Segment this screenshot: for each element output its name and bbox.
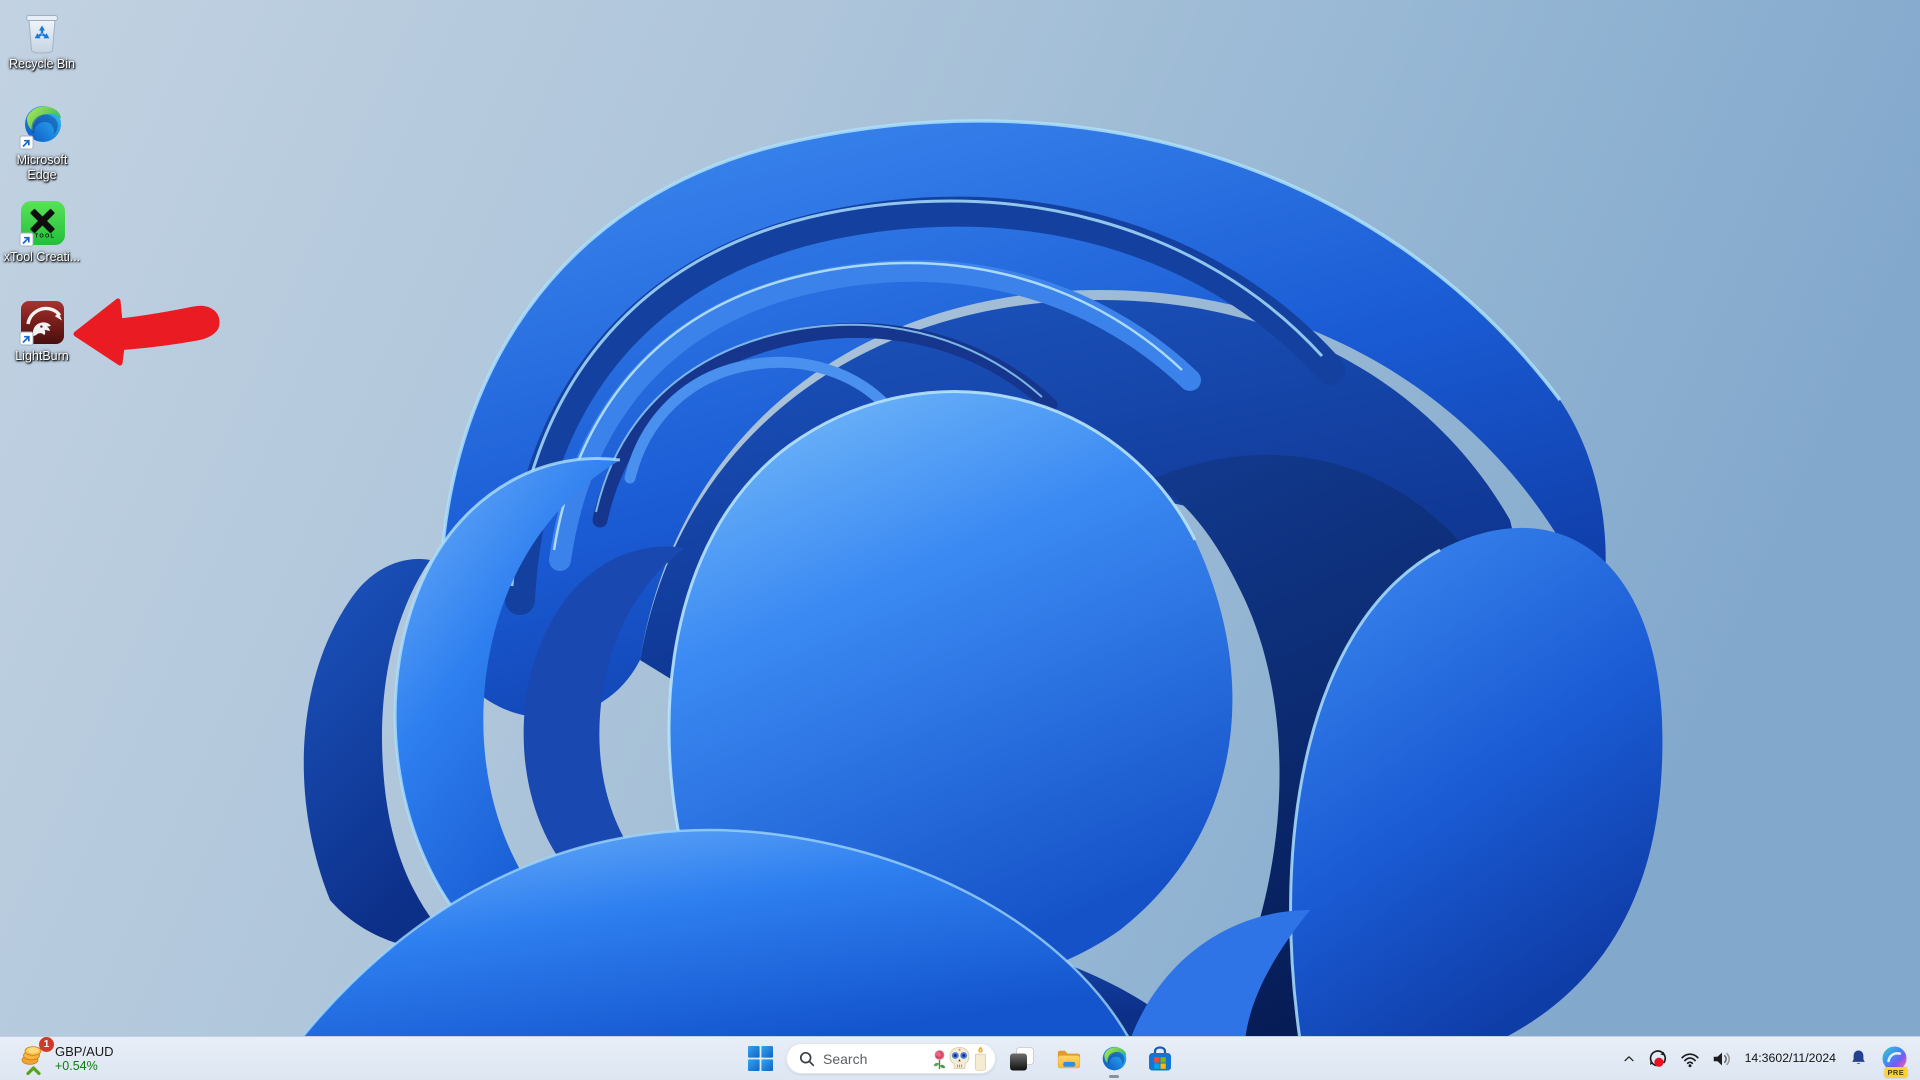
coins-icon: 1 — [20, 1036, 54, 1065]
file-explorer-icon — [1057, 1050, 1080, 1069]
edge-running-indicator — [1109, 1074, 1119, 1078]
edge-icon — [1102, 1046, 1126, 1071]
windows-start-icon — [747, 1046, 773, 1071]
volume-icon — [1713, 1052, 1730, 1065]
sync-alert-tray-button[interactable] — [1642, 1041, 1674, 1077]
system-tray: 14:36 02/11/2024 PRE — [1616, 1037, 1914, 1080]
sugar-skull-icon — [949, 1047, 970, 1069]
wifi-icon — [1680, 1052, 1699, 1067]
search-box[interactable]: Search — [786, 1043, 996, 1074]
red-arrow-annotation — [73, 298, 220, 366]
svg-text:XTOOL: XTOOL — [30, 234, 55, 240]
hidden-icons-button[interactable] — [1616, 1041, 1642, 1077]
notification-center-button[interactable] — [1843, 1041, 1874, 1077]
wallpaper — [0, 0, 1920, 1080]
stock-pair-label: GBP/AUD — [55, 1043, 114, 1059]
desktop-icon-label: xTool Creati... — [3, 250, 81, 264]
microsoft-store-button[interactable] — [1140, 1039, 1180, 1079]
date-text: 02/11/2024 — [1775, 1051, 1836, 1066]
desktop-icon-label: Microsoft Edge — [16, 153, 68, 182]
widget-notification-badge: 1 — [39, 1036, 54, 1052]
clock[interactable]: 14:36 02/11/2024 — [1738, 1041, 1843, 1077]
desktop-icon-microsoft-edge[interactable]: Microsoft Edge — [2, 103, 82, 182]
widgets-stock-button[interactable]: 1 GBP/AUD +0.54% — [10, 1036, 122, 1080]
task-view-icon — [1010, 1046, 1034, 1070]
recycle-bin-icon — [18, 7, 66, 55]
seasonal-decoration — [933, 1046, 990, 1071]
chevron-up-icon — [1623, 1055, 1634, 1061]
copilot-button[interactable]: PRE — [1874, 1041, 1914, 1078]
bloom-wallpaper-art — [0, 0, 1920, 1080]
start-button[interactable] — [740, 1039, 780, 1079]
desktop-icon-recycle-bin[interactable]: Recycle Bin — [2, 7, 82, 72]
edge-icon — [18, 103, 66, 151]
stock-change-label: +0.54% — [55, 1058, 98, 1073]
volume-tray-button[interactable] — [1706, 1041, 1738, 1077]
search-placeholder: Search — [823, 1050, 868, 1067]
candle-icon — [975, 1046, 986, 1071]
lightburn-icon — [18, 299, 66, 347]
trend-up-icon — [25, 1065, 41, 1075]
search-icon — [799, 1051, 815, 1066]
desktop-icon-label: Recycle Bin — [9, 57, 75, 71]
task-view-button[interactable] — [1002, 1039, 1042, 1079]
desktop-icon-xtool-creative-space[interactable]: XTOOL xTool Creati... — [2, 200, 82, 265]
notification-bell-icon — [1852, 1050, 1865, 1064]
time-text: 14:36 — [1744, 1051, 1776, 1066]
file-explorer-button[interactable] — [1048, 1039, 1088, 1079]
taskbar-center: Search — [740, 1037, 1180, 1080]
taskbar: 1 GBP/AUD +0.54% Search 14:36 02/11/2024… — [0, 1036, 1920, 1080]
microsoft-store-icon — [1149, 1045, 1171, 1070]
network-tray-button[interactable] — [1674, 1041, 1706, 1077]
edge-taskbar-button[interactable] — [1094, 1039, 1134, 1079]
sync-alert-icon — [1649, 1049, 1666, 1067]
copilot-preview-badge: PRE — [1884, 1066, 1908, 1078]
rose-icon — [933, 1050, 946, 1069]
xtool-icon: XTOOL — [18, 200, 66, 248]
